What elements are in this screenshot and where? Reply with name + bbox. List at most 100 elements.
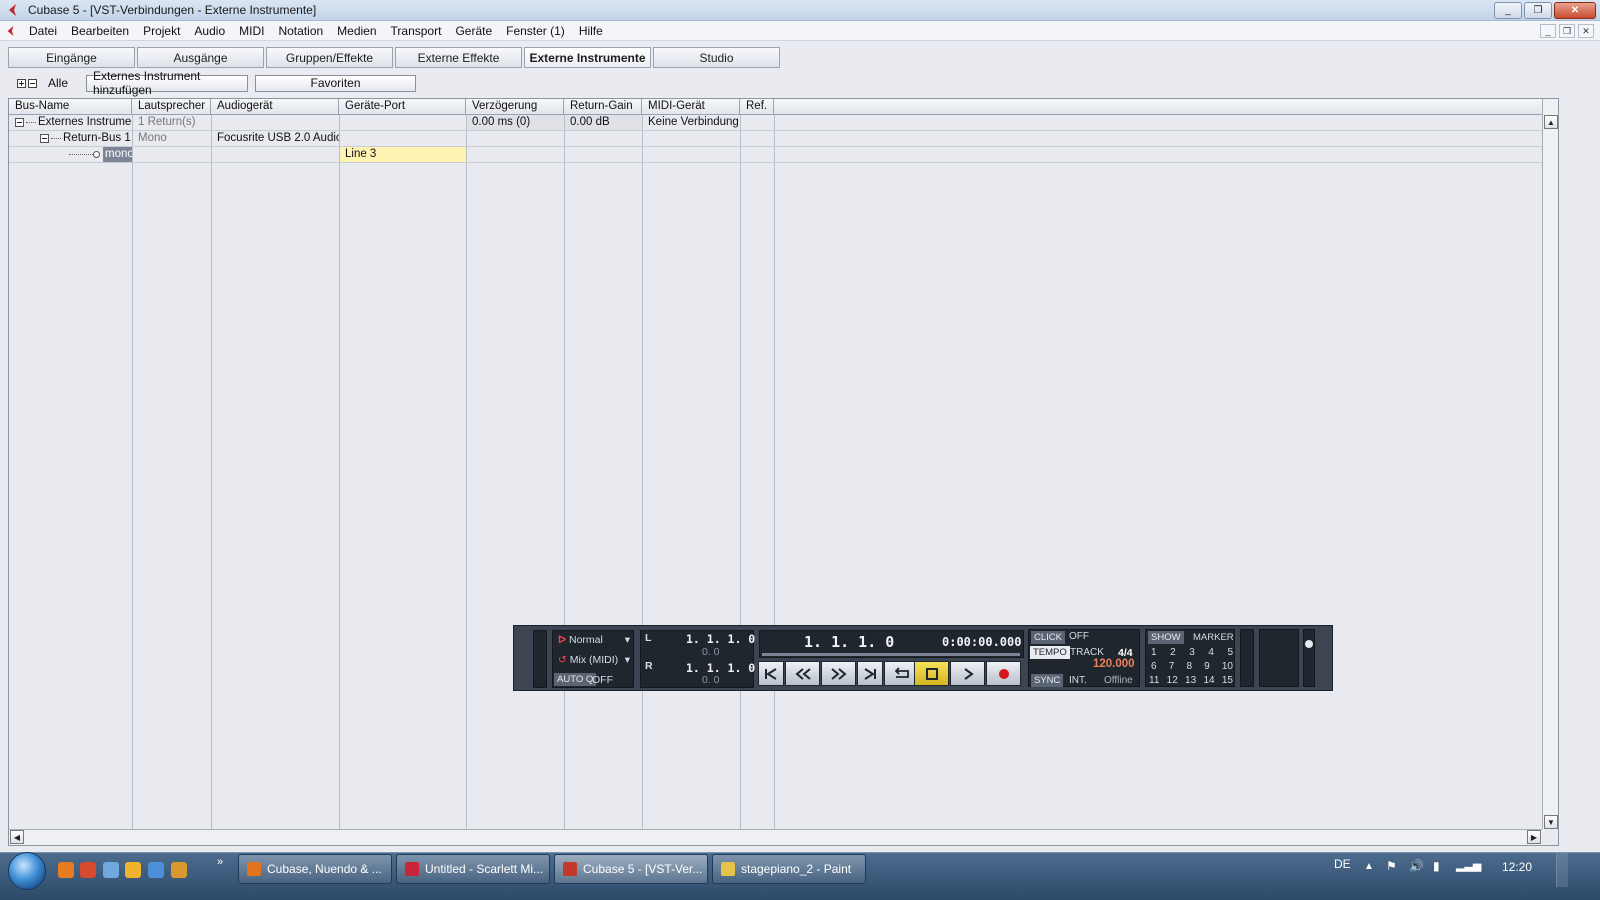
bus-name-cell[interactable]: Externes Instrument xyxy=(33,115,132,130)
table-row-mono-channel[interactable]: mono Line 3 xyxy=(9,147,1542,163)
speaker-cell[interactable]: 1 Return(s) xyxy=(133,115,211,130)
marker-button-13[interactable]: 13 xyxy=(1185,675,1196,686)
right-locator-value[interactable]: 1. 1. 1. 0 xyxy=(686,661,755,675)
app-quicklaunch-icon[interactable] xyxy=(80,862,96,878)
rewind-button[interactable] xyxy=(785,661,820,686)
mdi-restore-button[interactable]: ❐ xyxy=(1559,24,1575,38)
browser-quicklaunch-icon[interactable] xyxy=(125,862,141,878)
ref-cell[interactable] xyxy=(741,115,774,130)
grid-quicklaunch-icon[interactable] xyxy=(171,862,187,878)
cycle-mode-control[interactable]: ↺ Mix (MIDI) ▾ xyxy=(558,654,630,666)
favorites-button[interactable]: Favoriten xyxy=(255,74,417,92)
add-external-instrument-button[interactable]: Externes Instrument hinzufügen xyxy=(86,69,249,97)
col-ref[interactable]: Ref. xyxy=(740,99,774,114)
tab-eingaenge[interactable]: Eingänge xyxy=(8,47,135,68)
col-verzoegerung[interactable]: Verzögerung xyxy=(466,99,564,114)
table-row-external-instrument[interactable]: Externes Instrument 1 Return(s) 0.00 ms … xyxy=(9,115,1542,131)
marker-button-11[interactable]: 11 xyxy=(1149,675,1159,686)
scroll-left-icon[interactable]: ◀ xyxy=(10,830,24,844)
table-row-return-bus[interactable]: Return-Bus 1 Mono Focusrite USB 2.0 Audi… xyxy=(9,131,1542,147)
left-locator-value[interactable]: 1. 1. 1. 0 xyxy=(686,632,755,646)
signal-icon[interactable]: ▂▃▅ xyxy=(1456,859,1481,872)
menu-hilfe[interactable]: Hilfe xyxy=(572,21,610,41)
power-icon[interactable]: ▮ xyxy=(1433,859,1440,873)
col-midi-geraet[interactable]: MIDI-Gerät xyxy=(642,99,740,114)
expand-all-icon[interactable] xyxy=(17,78,26,88)
right-locator-icon[interactable]: R xyxy=(645,660,653,672)
marker-button-2[interactable]: 2 xyxy=(1170,647,1176,658)
tab-externe-effekte[interactable]: Externe Effekte xyxy=(395,47,522,68)
marker-button-10[interactable]: 10 xyxy=(1222,661,1233,672)
menu-datei[interactable]: Datei xyxy=(22,21,64,41)
return-gain-cell[interactable] xyxy=(565,131,642,146)
go-to-start-button[interactable] xyxy=(758,661,784,686)
autoq-label[interactable]: AUTO Q xyxy=(554,673,597,686)
menu-medien[interactable]: Medien xyxy=(330,21,383,41)
left-locator-icon[interactable]: L xyxy=(645,632,651,644)
menu-midi[interactable]: MIDI xyxy=(232,21,271,41)
network-flag-icon[interactable]: ⚑ xyxy=(1386,859,1397,873)
mail-quicklaunch-icon[interactable] xyxy=(148,862,164,878)
bus-name-cell[interactable]: mono xyxy=(103,147,132,162)
click-button[interactable]: CLICK xyxy=(1031,631,1065,644)
stop-button[interactable] xyxy=(914,661,949,686)
menu-audio[interactable]: Audio xyxy=(187,21,232,41)
level-slider-knob-icon[interactable] xyxy=(1305,640,1313,648)
close-button[interactable]: ✕ xyxy=(1554,2,1596,19)
tempo-value[interactable]: 120.000 xyxy=(1093,658,1135,670)
col-geraete-port[interactable]: Geräte-Port xyxy=(339,99,466,114)
language-indicator[interactable]: DE xyxy=(1334,857,1351,871)
return-gain-cell[interactable]: 0.00 dB xyxy=(565,115,642,130)
col-audiogeraet[interactable]: Audiogerät xyxy=(211,99,339,114)
restore-button[interactable]: ❐ xyxy=(1524,2,1552,19)
cubase-menu-icon[interactable] xyxy=(0,21,22,41)
marker-button-3[interactable]: 3 xyxy=(1189,647,1195,658)
task-button-paint[interactable]: stagepiano_2 - Paint xyxy=(712,854,866,884)
go-to-end-button[interactable] xyxy=(857,661,883,686)
collapse-node-icon[interactable] xyxy=(40,134,49,143)
audio-device-cell[interactable]: Focusrite USB 2.0 Audio D xyxy=(212,131,339,146)
midi-device-cell[interactable]: Keine Verbindung xyxy=(643,115,740,130)
marker-button-8[interactable]: 8 xyxy=(1186,661,1192,672)
tab-ausgaenge[interactable]: Ausgänge xyxy=(137,47,264,68)
marker-button-5[interactable]: 5 xyxy=(1227,647,1233,658)
tab-externe-instrumente[interactable]: Externe Instrumente xyxy=(524,47,651,68)
show-markers-button[interactable]: SHOW xyxy=(1148,631,1184,644)
position-bars-value[interactable]: 1. 1. 1. 0 xyxy=(804,633,894,651)
menu-transport[interactable]: Transport xyxy=(384,21,449,41)
show-desktop-button[interactable] xyxy=(1556,853,1568,887)
scroll-right-icon[interactable]: ▶ xyxy=(1527,830,1541,844)
firefox-quicklaunch-icon[interactable] xyxy=(58,862,74,878)
expand-collapse-all[interactable] xyxy=(17,78,37,88)
delay-cell[interactable]: 0.00 ms (0) xyxy=(467,115,564,130)
audio-device-cell[interactable] xyxy=(212,115,339,130)
marker-button-9[interactable]: 9 xyxy=(1204,661,1210,672)
horizontal-scrollbar[interactable]: ◀ ▶ xyxy=(9,829,1542,845)
clock[interactable]: 12:20 xyxy=(1502,860,1532,874)
output-level-slider[interactable] xyxy=(1303,629,1315,687)
marker-button-4[interactable]: 4 xyxy=(1208,647,1214,658)
marker-button-14[interactable]: 14 xyxy=(1203,675,1214,686)
tab-studio[interactable]: Studio xyxy=(653,47,780,68)
bus-name-cell[interactable]: Return-Bus 1 xyxy=(58,131,132,146)
collapse-node-icon[interactable] xyxy=(15,118,24,127)
quicklaunch-overflow-icon[interactable]: » xyxy=(217,856,223,868)
volume-icon[interactable]: 🔊 xyxy=(1409,859,1424,873)
explorer-quicklaunch-icon[interactable] xyxy=(103,862,119,878)
col-bus-name[interactable]: Bus-Name xyxy=(9,99,132,114)
marker-button-1[interactable]: 1 xyxy=(1151,647,1157,658)
audio-device-cell[interactable] xyxy=(212,147,339,162)
device-port-cell[interactable] xyxy=(340,115,466,130)
speaker-cell[interactable]: Mono xyxy=(133,131,211,146)
scroll-down-icon[interactable]: ▼ xyxy=(1544,815,1558,829)
fast-forward-button[interactable] xyxy=(821,661,856,686)
marker-button-15[interactable]: 15 xyxy=(1222,675,1233,686)
menu-projekt[interactable]: Projekt xyxy=(136,21,187,41)
vertical-scrollbar[interactable]: ▲ ▼ xyxy=(1542,99,1558,829)
mdi-close-button[interactable]: ✕ xyxy=(1578,24,1594,38)
position-slider[interactable] xyxy=(762,653,1020,656)
menu-bearbeiten[interactable]: Bearbeiten xyxy=(64,21,136,41)
menu-notation[interactable]: Notation xyxy=(271,21,330,41)
task-button-cubase[interactable]: Cubase 5 - [VST-Ver... xyxy=(554,854,708,884)
minimize-button[interactable]: _ xyxy=(1494,2,1522,19)
